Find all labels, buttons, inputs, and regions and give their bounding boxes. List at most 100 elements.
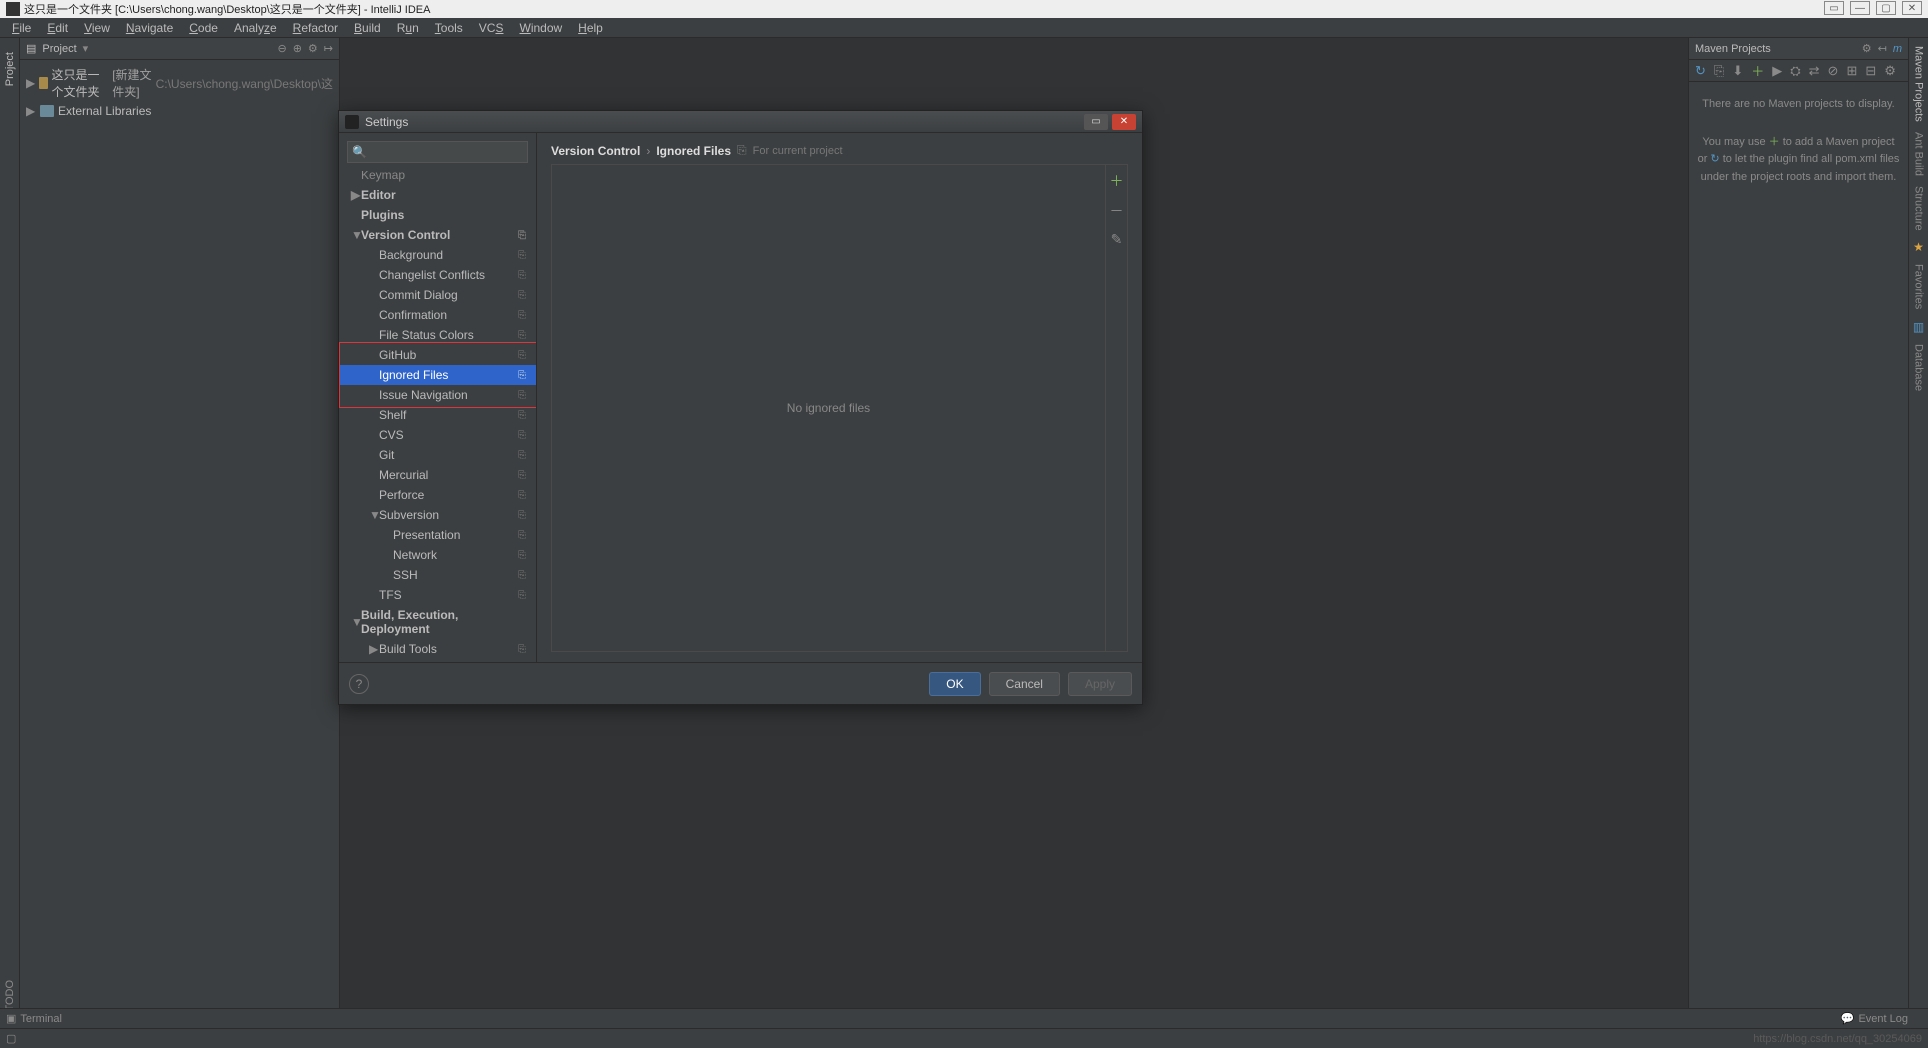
dropdown-icon[interactable]: ▾ xyxy=(83,42,89,55)
db-icon: ▥ xyxy=(1913,320,1924,334)
collapse-all-icon[interactable]: ⊟ xyxy=(1865,63,1876,79)
expand-icon[interactable]: ▶ xyxy=(369,642,379,656)
menu-help[interactable]: Help xyxy=(570,19,611,37)
menu-run[interactable]: Run xyxy=(389,19,427,37)
menu-window[interactable]: Window xyxy=(511,19,570,37)
settings-tree-item[interactable]: CVS⎘ xyxy=(339,425,536,445)
settings-tree-item[interactable]: GitHub⎘ xyxy=(339,345,536,365)
menu-edit[interactable]: Edit xyxy=(39,19,76,37)
settings-tree-item[interactable]: Presentation⎘ xyxy=(339,525,536,545)
settings-tree-item[interactable]: Plugins xyxy=(339,205,536,225)
settings-tree-item[interactable]: Mercurial⎘ xyxy=(339,465,536,485)
event-log-tab[interactable]: 💬 Event Log xyxy=(1841,1012,1908,1025)
settings-tree-item[interactable]: ▼Version Control⎘ xyxy=(339,225,536,245)
menu-code[interactable]: Code xyxy=(181,19,226,37)
settings-tree-item[interactable]: ▶Editor xyxy=(339,185,536,205)
tree-item-label: Git xyxy=(379,448,518,462)
toggle-icon[interactable]: ⇄ xyxy=(1809,63,1820,79)
exec-icon[interactable]: ⛭ xyxy=(1790,63,1800,79)
expand-icon[interactable]: ▶ xyxy=(26,104,36,118)
settings-tree-item[interactable]: Keymap xyxy=(339,171,536,185)
tab-favorites-vertical[interactable]: Favorites xyxy=(1913,264,1925,309)
plus-icon[interactable]: ＋ xyxy=(1769,136,1780,148)
tab-maven-vertical[interactable]: Maven Projects xyxy=(1913,46,1925,122)
cancel-button[interactable]: Cancel xyxy=(989,672,1060,696)
menu-refactor[interactable]: Refactor xyxy=(285,19,346,37)
settings-tree-item[interactable]: TFS⎘ xyxy=(339,585,536,605)
remove-button[interactable]: － xyxy=(1110,201,1124,221)
menu-vcs[interactable]: VCS xyxy=(471,19,512,37)
menu-tools[interactable]: Tools xyxy=(427,19,471,37)
menu-analyze[interactable]: Analyze xyxy=(226,19,285,37)
minimize-button[interactable]: — xyxy=(1850,1,1870,15)
project-tree: ▶ 这只是一个文件夹 [新建文件夹] C:\Users\chong.wang\D… xyxy=(20,60,339,124)
refresh-icon[interactable]: ↻ xyxy=(1695,63,1706,79)
settings-tree-item[interactable]: Shelf⎘ xyxy=(339,405,536,425)
tree-external-libs[interactable]: ▶ External Libraries xyxy=(20,102,339,120)
terminal-tab[interactable]: ▣ Terminal xyxy=(6,1012,62,1025)
tab-project-vertical[interactable]: Project xyxy=(4,52,16,86)
expand-icon[interactable]: ▶ xyxy=(351,188,361,202)
aux-button[interactable]: ▭ xyxy=(1824,1,1844,15)
settings-tree-item[interactable]: ▼Build, Execution, Deployment xyxy=(339,605,536,639)
settings-tree-item[interactable]: Background⎘ xyxy=(339,245,536,265)
edit-button[interactable]: ✎ xyxy=(1111,231,1123,248)
settings-tree-item[interactable]: Issue Navigation⎘ xyxy=(339,385,536,405)
expand-icon[interactable]: ▼ xyxy=(351,228,361,242)
tab-database-vertical[interactable]: Database xyxy=(1913,344,1925,391)
plus-icon[interactable]: ＋ xyxy=(1751,61,1764,80)
menu-build[interactable]: Build xyxy=(346,19,389,37)
settings-tree-item[interactable]: SSH⎘ xyxy=(339,565,536,585)
settings-tree-item[interactable]: Git⎘ xyxy=(339,445,536,465)
settings-tree-item[interactable]: File Status Colors⎘ xyxy=(339,325,536,345)
settings-tree-item[interactable]: Commit Dialog⎘ xyxy=(339,285,536,305)
menu-view[interactable]: View xyxy=(76,19,118,37)
hide-icon[interactable]: ↤ xyxy=(1878,42,1887,55)
apply-button[interactable]: Apply xyxy=(1068,672,1132,696)
close-button[interactable]: ✕ xyxy=(1902,1,1922,15)
breadcrumb-root[interactable]: Version Control xyxy=(551,144,640,158)
settings-icon[interactable]: ⚙ xyxy=(1884,63,1896,79)
search-input[interactable] xyxy=(347,141,528,163)
ok-button[interactable]: OK xyxy=(929,672,980,696)
tab-ant-vertical[interactable]: Ant Build xyxy=(1913,132,1925,176)
restore-button[interactable]: ▭ xyxy=(1084,114,1108,130)
tree-item-label: File Status Colors xyxy=(379,328,518,342)
settings-tree-item[interactable]: Network⎘ xyxy=(339,545,536,565)
gear-icon[interactable]: ⚙ xyxy=(1862,42,1872,55)
hide-icon[interactable]: ↦ xyxy=(324,42,333,55)
refresh-icon[interactable]: ↻ xyxy=(1710,153,1719,165)
graph-icon[interactable]: ⊞ xyxy=(1846,63,1857,79)
run-icon[interactable]: ▶ xyxy=(1772,63,1782,79)
settings-tree-item[interactable]: Confirmation⎘ xyxy=(339,305,536,325)
skip-icon[interactable]: ⊘ xyxy=(1828,63,1839,79)
tree-item-label: Background xyxy=(379,248,518,262)
settings-tree-item[interactable]: ▶Build Tools⎘ xyxy=(339,639,536,659)
maven-empty-text: There are no Maven projects to display. xyxy=(1697,96,1900,114)
settings-tree-item[interactable]: ▼Subversion⎘ xyxy=(339,505,536,525)
folder-icon xyxy=(39,77,47,89)
tree-item-label: Mercurial xyxy=(379,468,518,482)
statusbar-icon[interactable]: ▢ xyxy=(6,1032,16,1045)
expand-icon[interactable]: ▶ xyxy=(26,76,35,90)
expand-icon[interactable]: ▼ xyxy=(369,508,379,522)
settings-tree-item[interactable]: ▶Compiler⎘ xyxy=(339,659,536,662)
settings-tree-item[interactable]: Perforce⎘ xyxy=(339,485,536,505)
add-button[interactable]: ＋ xyxy=(1110,171,1124,191)
project-toolwindow: ▤ Project ▾ ⊖ ⊕ ⚙ ↦ ▶ 这只是一个文件夹 [新建文件夹] C… xyxy=(20,38,340,1026)
tree-root[interactable]: ▶ 这只是一个文件夹 [新建文件夹] C:\Users\chong.wang\D… xyxy=(20,64,339,102)
maximize-button[interactable]: ▢ xyxy=(1876,1,1896,15)
help-button[interactable]: ? xyxy=(349,674,369,694)
menu-navigate[interactable]: Navigate xyxy=(118,19,181,37)
tab-structure-vertical[interactable]: Structure xyxy=(1913,186,1925,231)
expand-icon[interactable]: ▼ xyxy=(351,615,361,629)
download-icon[interactable]: ⬇ xyxy=(1732,63,1743,79)
settings-tree-item[interactable]: Ignored Files⎘ xyxy=(339,365,536,385)
gear-icon[interactable]: ⚙ xyxy=(308,42,318,55)
settings-tree-item[interactable]: Changelist Conflicts⎘ xyxy=(339,265,536,285)
collapse-icon[interactable]: ⊖ xyxy=(277,42,286,55)
generate-icon[interactable]: ⎘ xyxy=(1714,63,1724,79)
menu-file[interactable]: File xyxy=(4,19,39,37)
close-button[interactable]: ✕ xyxy=(1112,114,1136,130)
target-icon[interactable]: ⊕ xyxy=(293,42,302,55)
